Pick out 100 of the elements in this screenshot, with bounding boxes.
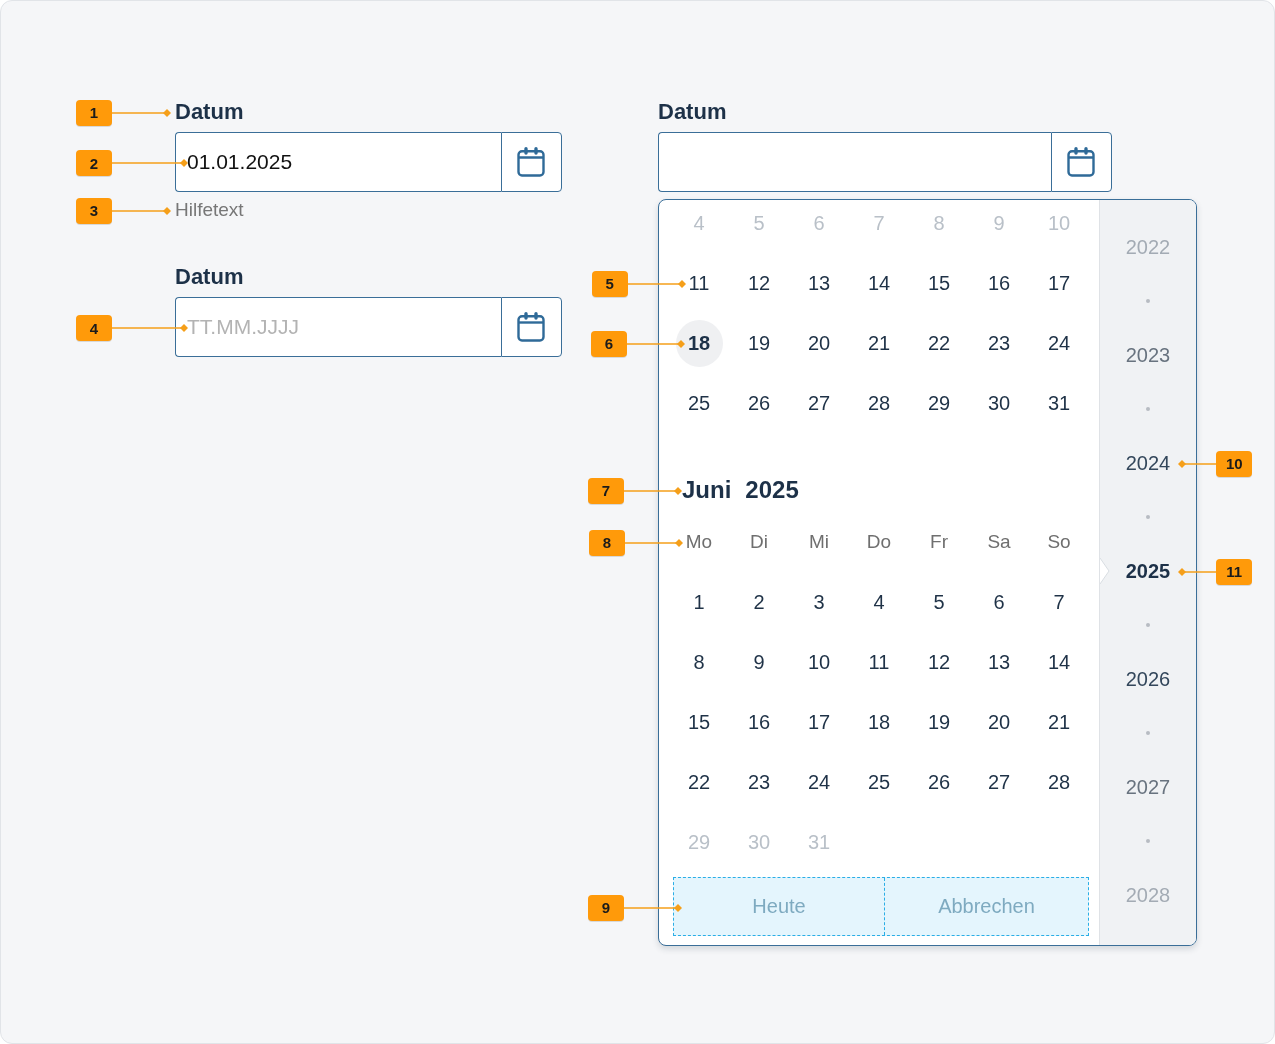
day-button[interactable]: 31 (1035, 379, 1083, 427)
callout-badge: 2 (76, 150, 112, 176)
day-button[interactable]: 17 (795, 698, 843, 746)
leader-line (624, 902, 682, 913)
day-button[interactable]: 1 (675, 578, 723, 626)
day-button[interactable]: 18 (675, 319, 723, 367)
day-button[interactable]: 20 (795, 319, 843, 367)
day-button[interactable]: 15 (675, 698, 723, 746)
callout-badge: 10 (1216, 450, 1253, 477)
weekday-label: So (1047, 531, 1071, 553)
day-button[interactable]: 2 (735, 578, 783, 626)
field-label: Datum (175, 99, 244, 125)
callout-badge: 9 (588, 894, 624, 921)
day-button[interactable]: 10 (795, 638, 843, 686)
callout-badge: 1 (76, 99, 112, 126)
day-button[interactable]: 15 (915, 259, 963, 307)
separator-dot-icon (1146, 515, 1150, 519)
calendar-button[interactable] (500, 132, 562, 192)
year-option[interactable]: 2023 (1100, 328, 1196, 382)
day-button[interactable]: 21 (855, 319, 903, 367)
leader-line (112, 107, 171, 118)
day-button[interactable]: 23 (735, 758, 783, 806)
day-button[interactable]: 13 (795, 259, 843, 307)
date-input[interactable]: TT.MM.JJJJ (175, 297, 501, 357)
day-button[interactable]: 14 (1035, 638, 1083, 686)
day-button[interactable]: 29 (915, 379, 963, 427)
day-button[interactable]: 4 (855, 578, 903, 626)
year-option[interactable]: 2024 (1100, 436, 1196, 490)
day-button[interactable]: 16 (975, 259, 1023, 307)
callout-badge: 5 (591, 270, 628, 297)
leader-line (1178, 566, 1217, 577)
weekday-label: Do (866, 531, 892, 553)
year-option[interactable]: 2026 (1100, 652, 1196, 706)
day-button[interactable]: 25 (855, 758, 903, 806)
calendar-button[interactable] (500, 297, 562, 357)
weekday-label: Sa (987, 531, 1011, 553)
day-button[interactable]: 18 (855, 698, 903, 746)
field-label: Datum (658, 99, 727, 125)
leader-line (627, 278, 686, 289)
leader-line (112, 205, 171, 216)
day-button[interactable]: 28 (855, 379, 903, 427)
separator-dot-icon (1146, 299, 1150, 303)
day-button[interactable]: 26 (735, 379, 783, 427)
day-button[interactable]: 9 (735, 638, 783, 686)
day-button[interactable]: 20 (975, 698, 1023, 746)
calendar-button[interactable] (1050, 132, 1112, 192)
day-button[interactable]: 17 (1035, 259, 1083, 307)
calendar-icon (1067, 147, 1096, 177)
day-button[interactable]: 16 (735, 698, 783, 746)
day-button[interactable]: 22 (675, 758, 723, 806)
date-input[interactable] (658, 132, 1051, 192)
weekday-label: Fr (930, 531, 948, 553)
field-label: Datum (175, 264, 244, 290)
day-button[interactable]: 26 (915, 758, 963, 806)
day-button[interactable]: 12 (915, 638, 963, 686)
calendar-icon (517, 312, 546, 342)
day-button[interactable]: 19 (915, 698, 963, 746)
callout-badge: 3 (76, 197, 112, 224)
year-option[interactable]: 2027 (1100, 760, 1196, 814)
separator-dot-icon (1146, 839, 1150, 843)
separator-dot-icon (1146, 407, 1150, 411)
day-button[interactable]: 24 (1035, 319, 1083, 367)
calendar-icon (517, 147, 546, 177)
separator-dot-icon (1146, 731, 1150, 735)
day-button[interactable]: 25 (675, 379, 723, 427)
month-label: Juni (682, 476, 732, 504)
callout-badge: 6 (590, 330, 627, 357)
helper-text: Hilfetext (175, 198, 244, 222)
date-input[interactable]: 01.01.2025 (175, 132, 501, 192)
leader-line (1178, 458, 1217, 469)
leader-line (624, 537, 683, 548)
day-button[interactable]: 22 (915, 319, 963, 367)
day-button[interactable]: 27 (795, 379, 843, 427)
day-button[interactable]: 27 (975, 758, 1023, 806)
day-button[interactable]: 11 (855, 638, 903, 686)
day-button[interactable]: 19 (735, 319, 783, 367)
day-button[interactable]: 30 (975, 379, 1023, 427)
callout-badge: 4 (76, 315, 112, 341)
day-button[interactable]: 24 (795, 758, 843, 806)
year-label: 2025 (745, 476, 799, 504)
day-button[interactable]: 13 (975, 638, 1023, 686)
day-button[interactable]: 5 (915, 578, 963, 626)
day-button[interactable]: 11 (675, 259, 723, 307)
day-button[interactable]: 7 (1035, 578, 1083, 626)
day-button[interactable]: 14 (855, 259, 903, 307)
day-button[interactable]: 6 (975, 578, 1023, 626)
day-button[interactable]: 12 (735, 259, 783, 307)
day-button[interactable]: 3 (795, 578, 843, 626)
separator-dot-icon (1146, 623, 1150, 627)
day-button[interactable]: 28 (1035, 758, 1083, 806)
day-button[interactable]: 21 (1035, 698, 1083, 746)
leader-line (624, 485, 682, 496)
weekday-label: Mi (808, 531, 830, 553)
callout-badge: 7 (588, 477, 624, 504)
weekday-label: Mo (685, 531, 713, 553)
day-button[interactable]: 8 (675, 638, 723, 686)
leader-line (626, 338, 685, 349)
callout-badge: 8 (588, 529, 625, 556)
day-button[interactable]: 23 (975, 319, 1023, 367)
callout-badge: 11 (1216, 558, 1253, 585)
